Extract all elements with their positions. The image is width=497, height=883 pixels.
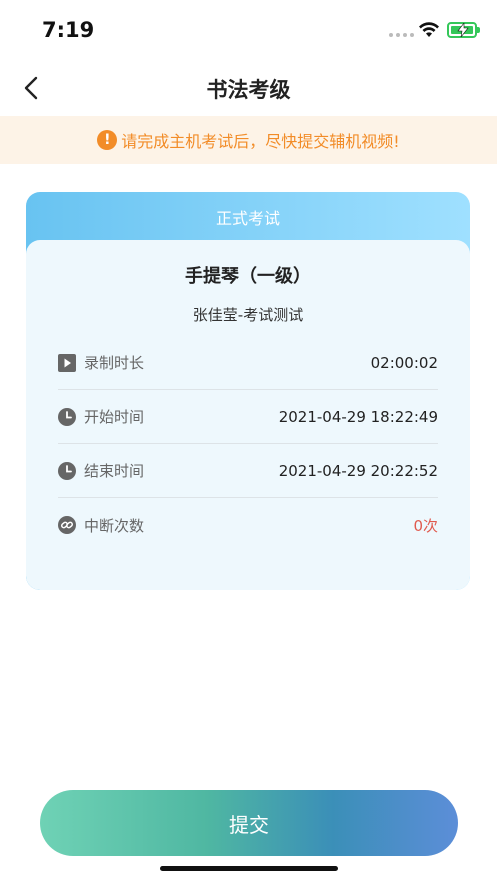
info-value: 0次 [413,516,438,535]
info-value: 2021-04-29 20:22:52 [278,461,438,480]
card-header: 正式考试 [215,209,280,228]
info-row-end-time: 结束时间 2021-04-29 20:22:52 [58,444,438,498]
info-row-interruptions: 中断次数 0次 [58,498,438,552]
info-label: 录制时长 [84,354,145,372]
card-body: 手提琴（一级） 张佳莹-考试测试 录制时长 02:00:02 开始时间 2021… [26,240,470,590]
info-value: 02:00:02 [370,353,438,372]
info-row-start-time: 开始时间 2021-04-29 18:22:49 [58,390,438,444]
info-row-duration: 录制时长 02:00:02 [58,336,438,390]
exam-card: 正式考试 手提琴（一级） 张佳莹-考试测试 录制时长 02:00:02 开始时间… [26,192,470,590]
info-list: 录制时长 02:00:02 开始时间 2021-04-29 18:22:49 结… [58,336,438,552]
status-time: 7:19 [42,18,95,42]
info-value: 2021-04-29 18:22:49 [278,407,438,426]
exam-subtitle: 张佳莹-考试测试 [192,306,304,324]
play-icon [58,353,76,372]
submit-button[interactable]: 提交 [40,790,458,856]
link-icon [58,516,76,534]
info-label: 结束时间 [84,462,145,480]
warning-icon: ! [97,130,118,150]
battery-icon [447,22,480,38]
info-label: 中断次数 [84,516,145,535]
status-bar: 7:19 [0,0,497,60]
notice-text: 请完成主机考试后，尽快提交辅机视频! [121,132,400,151]
wifi-icon [419,22,439,37]
clock-icon [58,461,76,480]
info-label: 开始时间 [84,408,145,426]
exam-title: 手提琴（一级） [185,266,311,287]
clock-icon [58,407,76,426]
page-title: 书法考级 [206,78,291,102]
notice-banner: ! 请完成主机考试后，尽快提交辅机视频! [0,116,497,164]
signal-icon [389,33,414,37]
nav-bar: 书法考级 [0,60,497,116]
home-indicator [160,866,338,871]
